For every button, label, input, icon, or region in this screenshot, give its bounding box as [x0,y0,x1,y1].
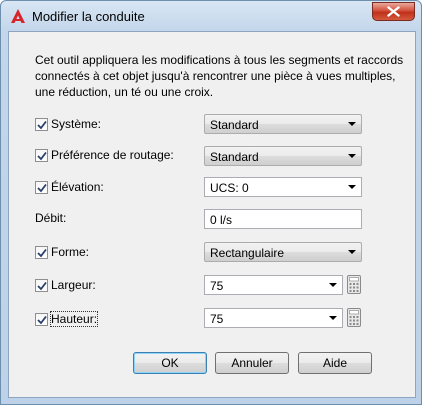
largeur-label: Largeur: [51,278,96,292]
preference-routage-dropdown[interactable]: Standard [204,146,362,166]
help-button[interactable]: Aide [298,352,372,374]
calculator-icon [347,308,361,327]
forme-value: Rectangulaire [210,246,285,260]
checkmark-icon [37,281,47,290]
preference-routage-checkbox[interactable]: Préférence de routage: [35,147,174,163]
largeur-checkbox[interactable]: Largeur: [35,277,96,293]
checkbox[interactable] [35,245,48,259]
chevron-down-icon [348,185,356,189]
elevation-label: Élévation: [51,180,104,194]
autodesk-a-icon [10,8,26,24]
largeur-value: 75 [210,279,224,293]
dialog-window: Modifier la conduite Cet outil appliquer… [0,0,422,405]
description-text: Cet outil appliquera les modifications à… [35,52,404,100]
checkmark-icon [37,248,47,257]
checkbox[interactable] [35,117,48,131]
elevation-checkbox[interactable]: Élévation: [35,179,104,195]
title-bar[interactable]: Modifier la conduite [1,1,421,31]
preference-routage-label: Préférence de routage: [51,148,174,162]
calculator-icon [347,275,361,294]
checkmark-icon [37,315,47,324]
debit-value: 0 l/s [210,213,233,227]
debit-row: Débit: [35,210,66,226]
chevron-down-icon [329,283,337,287]
chevron-down-icon [329,316,337,320]
chevron-down-icon [348,250,356,254]
close-button[interactable] [372,2,415,21]
chevron-down-icon [348,122,356,126]
largeur-combo[interactable]: 75 [204,275,343,295]
hauteur-value: 75 [210,312,224,326]
largeur-calculator-button[interactable] [347,275,361,294]
systeme-checkbox[interactable]: Système: [35,116,101,132]
systeme-dropdown[interactable]: Standard [204,114,362,134]
cancel-button[interactable]: Annuler [215,352,289,374]
hauteur-checkbox[interactable]: Hauteur: [35,311,99,327]
checkbox[interactable] [35,180,48,194]
elevation-dropdown-button[interactable] [344,178,361,196]
hauteur-label: Hauteur: [49,311,99,327]
checkbox[interactable] [35,312,48,326]
elevation-combo[interactable]: UCS: 0 [204,177,362,197]
description-line: connectés à cet objet jusqu'à rencontrer… [35,69,396,83]
systeme-label: Système: [51,117,102,131]
debit-label: Débit: [35,211,67,225]
hauteur-calculator-button[interactable] [347,308,361,327]
forme-label: Forme: [51,245,90,259]
ok-button[interactable]: OK [133,352,207,374]
hauteur-combo[interactable]: 75 [204,308,343,328]
checkmark-icon [37,120,47,129]
chevron-down-icon [348,154,356,158]
elevation-value: UCS: 0 [210,181,249,195]
hauteur-dropdown-button[interactable] [325,309,342,327]
checkbox[interactable] [35,278,48,292]
window-title: Modifier la conduite [32,9,145,24]
description-line: une réduction, un té ou une croix. [35,85,214,99]
largeur-dropdown-button[interactable] [325,276,342,294]
preference-routage-value: Standard [210,150,259,164]
checkbox[interactable] [35,148,48,162]
forme-dropdown[interactable]: Rectangulaire [204,242,362,262]
dialog-body: Cet outil appliquera les modifications à… [8,31,416,398]
close-icon [387,6,400,17]
systeme-value: Standard [210,118,259,132]
checkmark-icon [37,151,47,160]
checkmark-icon [37,183,47,192]
debit-input[interactable]: 0 l/s [204,209,362,229]
forme-checkbox[interactable]: Forme: [35,244,89,260]
description-line: Cet outil appliquera les modifications à… [35,53,404,67]
